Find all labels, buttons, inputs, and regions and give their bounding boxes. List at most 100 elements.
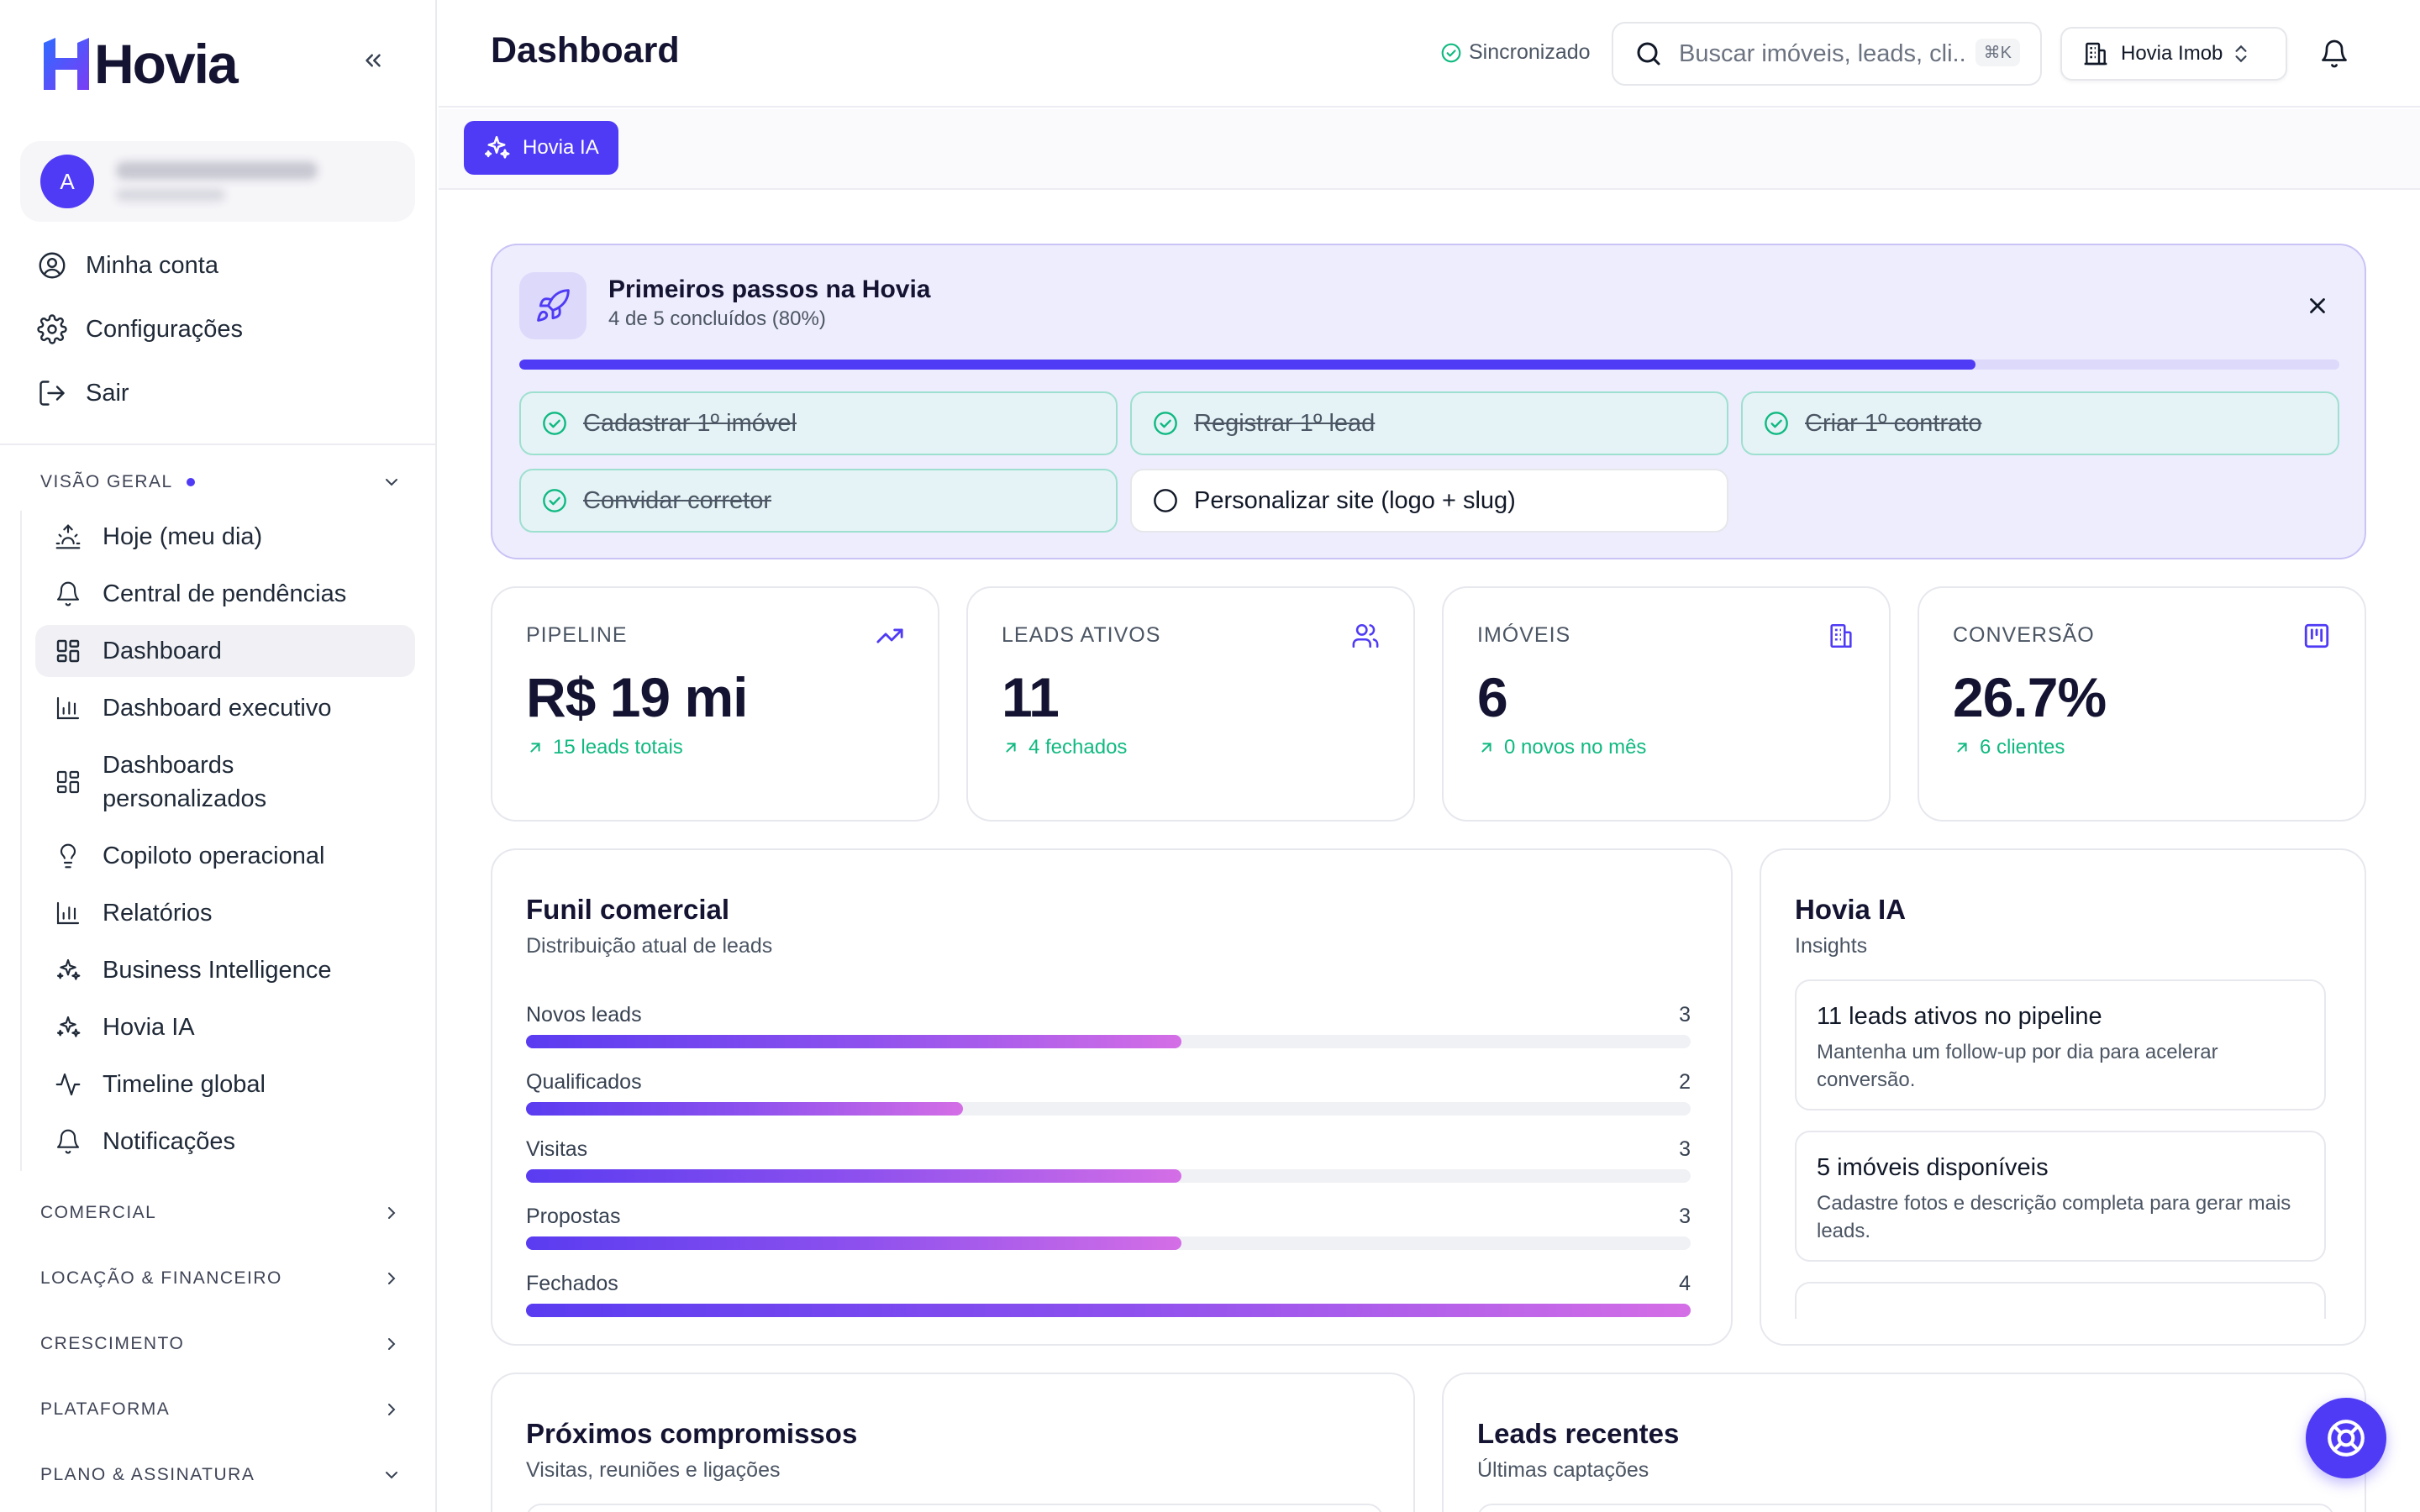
section-rental-finance-toggle[interactable]: LOCAÇÃO & FINANCEIRO [40,1262,402,1295]
sales-funnel-panel: Funil comercial Distribuição atual de le… [491,848,1733,1346]
onboarding-title: Primeiros passos na Hovia [608,276,931,303]
activity-icon [55,1073,81,1096]
account-item-my-account[interactable]: Minha conta [37,240,218,291]
sidebar-item-label: Relatórios [103,900,213,927]
section-plan-toggle[interactable]: PLANO & ASSINATURA [40,1458,402,1492]
lightbulb-icon [60,843,76,869]
kpi-label: CONVERSÃO [1953,623,2095,647]
chevron-down-icon [386,1472,397,1479]
panel-title: Próximos compromissos [526,1418,858,1449]
onboarding-close-button[interactable] [2301,289,2334,323]
section-label: LOCAÇÃO & FINANCEIRO [40,1268,282,1288]
funnel-bar [526,1035,1181,1048]
chevrons-left-icon [366,54,381,67]
onboarding-progress-fill [519,360,1975,370]
panel-subtitle: Últimas captações [1477,1458,1649,1482]
funnel-stage-count: 3 [1679,1137,1691,1161]
funnel-stage-label: Qualificados [526,1070,642,1094]
sidebar-item-timeline[interactable]: Timeline global [35,1058,415,1110]
hovia-logo-icon [44,38,89,90]
collapse-sidebar-button[interactable] [356,44,390,77]
insight-card[interactable]: 11 leads ativos no pipeline Mantenha um … [1795,979,2326,1110]
notifications-button[interactable] [2316,35,2353,72]
hovia-ia-insights-panel: Hovia IA Insights 11 leads ativos no pip… [1760,848,2366,1346]
sidebar-item-executive-dashboard[interactable]: Dashboard executivo [35,682,415,734]
section-overview-toggle[interactable]: VISÃO GERAL [40,465,402,499]
global-search[interactable]: ⌘K [1612,22,2042,86]
section-label: COMERCIAL [40,1203,157,1222]
task-label: Criar 1º contrato [1805,409,1982,437]
onboarding-task-customize-site[interactable]: Personalizar site (logo + slug) [1130,469,1728,533]
account-item-label: Configurações [86,315,243,343]
recent-leads-panel: Leads recentes Últimas captações [1442,1373,2366,1512]
panel-title: Funil comercial [526,894,730,925]
appointment-item-partial[interactable] [526,1504,1383,1512]
onboarding-subtitle: 4 de 5 concluídos (80%) [608,307,826,330]
sidebar-item-notifications[interactable]: Notificações [35,1116,415,1168]
kpi-value: 6 [1477,666,1508,728]
rocket-icon [537,289,570,322]
arrow-up-right-icon [1957,743,1967,753]
kpi-value: R$ 19 mi [526,666,748,728]
help-button[interactable] [2306,1398,2386,1478]
lifebuoy-icon [2328,1420,2365,1457]
hovia-ia-button[interactable]: Hovia IA [464,121,618,175]
insight-card[interactable]: 5 imóveis disponíveis Cadastre fotos e d… [1795,1131,2326,1262]
kpi-card-active-leads[interactable]: LEADS ATIVOS 11 4 fechados [966,586,1415,822]
insight-title: 5 imóveis disponíveis [1817,1154,2049,1181]
search-input[interactable] [1679,39,1965,68]
sidebar-item-dashboard[interactable]: Dashboard [35,625,415,677]
sunrise-icon [55,524,81,549]
users-icon [1352,623,1379,648]
section-platform-toggle[interactable]: PLATAFORMA [40,1393,402,1426]
trending-up-icon [876,628,903,643]
account-item-label: Sair [86,379,129,407]
kpi-card-pipeline[interactable]: PIPELINE R$ 19 mi 15 leads totais [491,586,939,822]
onboarding-progress-bar [519,360,2339,370]
sidebar-item-custom-dashboards[interactable]: Dashboards personalizados [35,739,415,825]
funnel-stage-count: 4 [1679,1272,1691,1295]
onboarding-task-create-contract[interactable]: Criar 1º contrato [1741,391,2339,455]
sidebar-item-business-intelligence[interactable]: Business Intelligence [35,944,415,996]
onboarding-task-invite-broker[interactable]: Convidar corretor [519,469,1118,533]
sidebar-item-today[interactable]: Hoje (meu dia) [35,511,415,563]
check-circle-icon [543,412,566,435]
section-growth-toggle[interactable]: CRESCIMENTO [40,1327,402,1361]
hovia-logo[interactable]: Hovia [42,32,239,96]
account-item-settings[interactable]: Configurações [37,304,243,354]
kpi-card-properties[interactable]: IMÓVEIS 6 0 novos no mês [1442,586,1891,822]
sidebar-divider [0,444,435,445]
onboarding-task-register-property[interactable]: Cadastrar 1º imóvel [519,391,1118,455]
dashboard-grid-icon [56,639,80,663]
search-icon [1637,42,1660,66]
account-item-label: Minha conta [86,251,218,279]
user-profile-card[interactable]: A [20,141,415,222]
onboarding-task-register-lead[interactable]: Registrar 1º lead [1130,391,1728,455]
sidebar-item-copilot[interactable]: Copiloto operacional [35,830,415,882]
sidebar-item-reports[interactable]: Relatórios [35,887,415,939]
sidebar-item-hovia-ia[interactable]: Hovia IA [35,1001,415,1053]
lead-item-partial[interactable] [1477,1504,2334,1512]
scroll-fade [1761,1319,2365,1344]
onboarding-icon-box [519,272,587,339]
funnel-stage-label: Fechados [526,1272,618,1295]
organization-name: Hovia Imob [2121,42,2223,65]
account-item-logout[interactable]: Sair [37,368,129,418]
kpi-card-conversion[interactable]: CONVERSÃO 26.7% 6 clientes [1918,586,2366,822]
sidebar-item-label: Dashboard [103,638,222,664]
bar-chart-icon [56,901,80,925]
nav-tree-line [20,511,22,1171]
sparkles-icon [56,1016,81,1037]
organization-selector[interactable]: Hovia Imob [2060,27,2287,81]
funnel-stage: Propostas 3 [526,1205,1691,1255]
insight-body: Cadastre fotos e descrição completa para… [1817,1192,2291,1242]
funnel-stage-label: Visitas [526,1137,588,1161]
sidebar-item-label: Copiloto operacional [103,843,325,869]
sidebar-item-pending-center[interactable]: Central de pendências [35,568,415,620]
section-commercial-toggle[interactable]: COMERCIAL [40,1196,402,1230]
sidebar-item-label: Notificações [103,1128,235,1155]
funnel-bar-track [526,1102,1691,1116]
building-icon [2084,42,2107,66]
bell-icon [56,1129,80,1154]
funnel-stage-label: Propostas [526,1205,621,1228]
